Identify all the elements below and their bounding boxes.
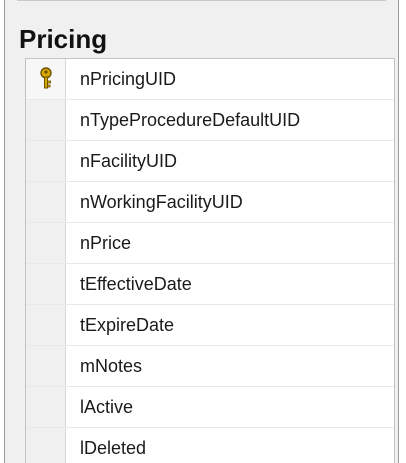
column-row[interactable]: mNotes [26,346,394,387]
column-row[interactable]: nWorkingFacilityUID [26,182,394,223]
column-name[interactable]: nTypeProcedureDefaultUID [66,100,394,140]
row-selector[interactable] [26,223,66,263]
row-selector[interactable] [26,100,66,140]
column-name[interactable]: tExpireDate [66,305,394,345]
row-selector[interactable] [26,264,66,304]
column-name[interactable]: lDeleted [66,428,394,463]
column-row[interactable]: nPrice [26,223,394,264]
column-row[interactable]: tExpireDate [26,305,394,346]
row-selector[interactable] [26,428,66,463]
column-row[interactable]: nPricingUID [26,59,394,100]
column-row[interactable]: lDeleted [26,428,394,463]
table-title: Pricing [19,24,108,54]
row-selector[interactable] [26,141,66,181]
column-name[interactable]: tEffectiveDate [66,264,394,304]
column-name[interactable]: nWorkingFacilityUID [66,182,394,222]
column-row[interactable]: tEffectiveDate [26,264,394,305]
row-selector[interactable] [26,346,66,386]
row-selector[interactable] [26,182,66,222]
column-name[interactable]: nPrice [66,223,394,263]
row-selector[interactable] [26,305,66,345]
column-grid: nPricingUID nTypeProcedureDefaultUID nFa… [25,58,395,463]
column-row[interactable]: nFacilityUID [26,141,394,182]
row-selector[interactable] [26,59,66,99]
column-row[interactable]: nTypeProcedureDefaultUID [26,100,394,141]
column-row[interactable]: lActive [26,387,394,428]
table-designer-pricing: Pricing nPricingUID nTypeProcedureDefaul… [4,0,399,463]
column-name[interactable]: nFacilityUID [66,141,394,181]
row-selector[interactable] [26,387,66,427]
column-name[interactable]: mNotes [66,346,394,386]
column-name[interactable]: nPricingUID [66,59,394,99]
divider [17,0,386,1]
column-name[interactable]: lActive [66,387,394,427]
key-icon [40,67,52,89]
